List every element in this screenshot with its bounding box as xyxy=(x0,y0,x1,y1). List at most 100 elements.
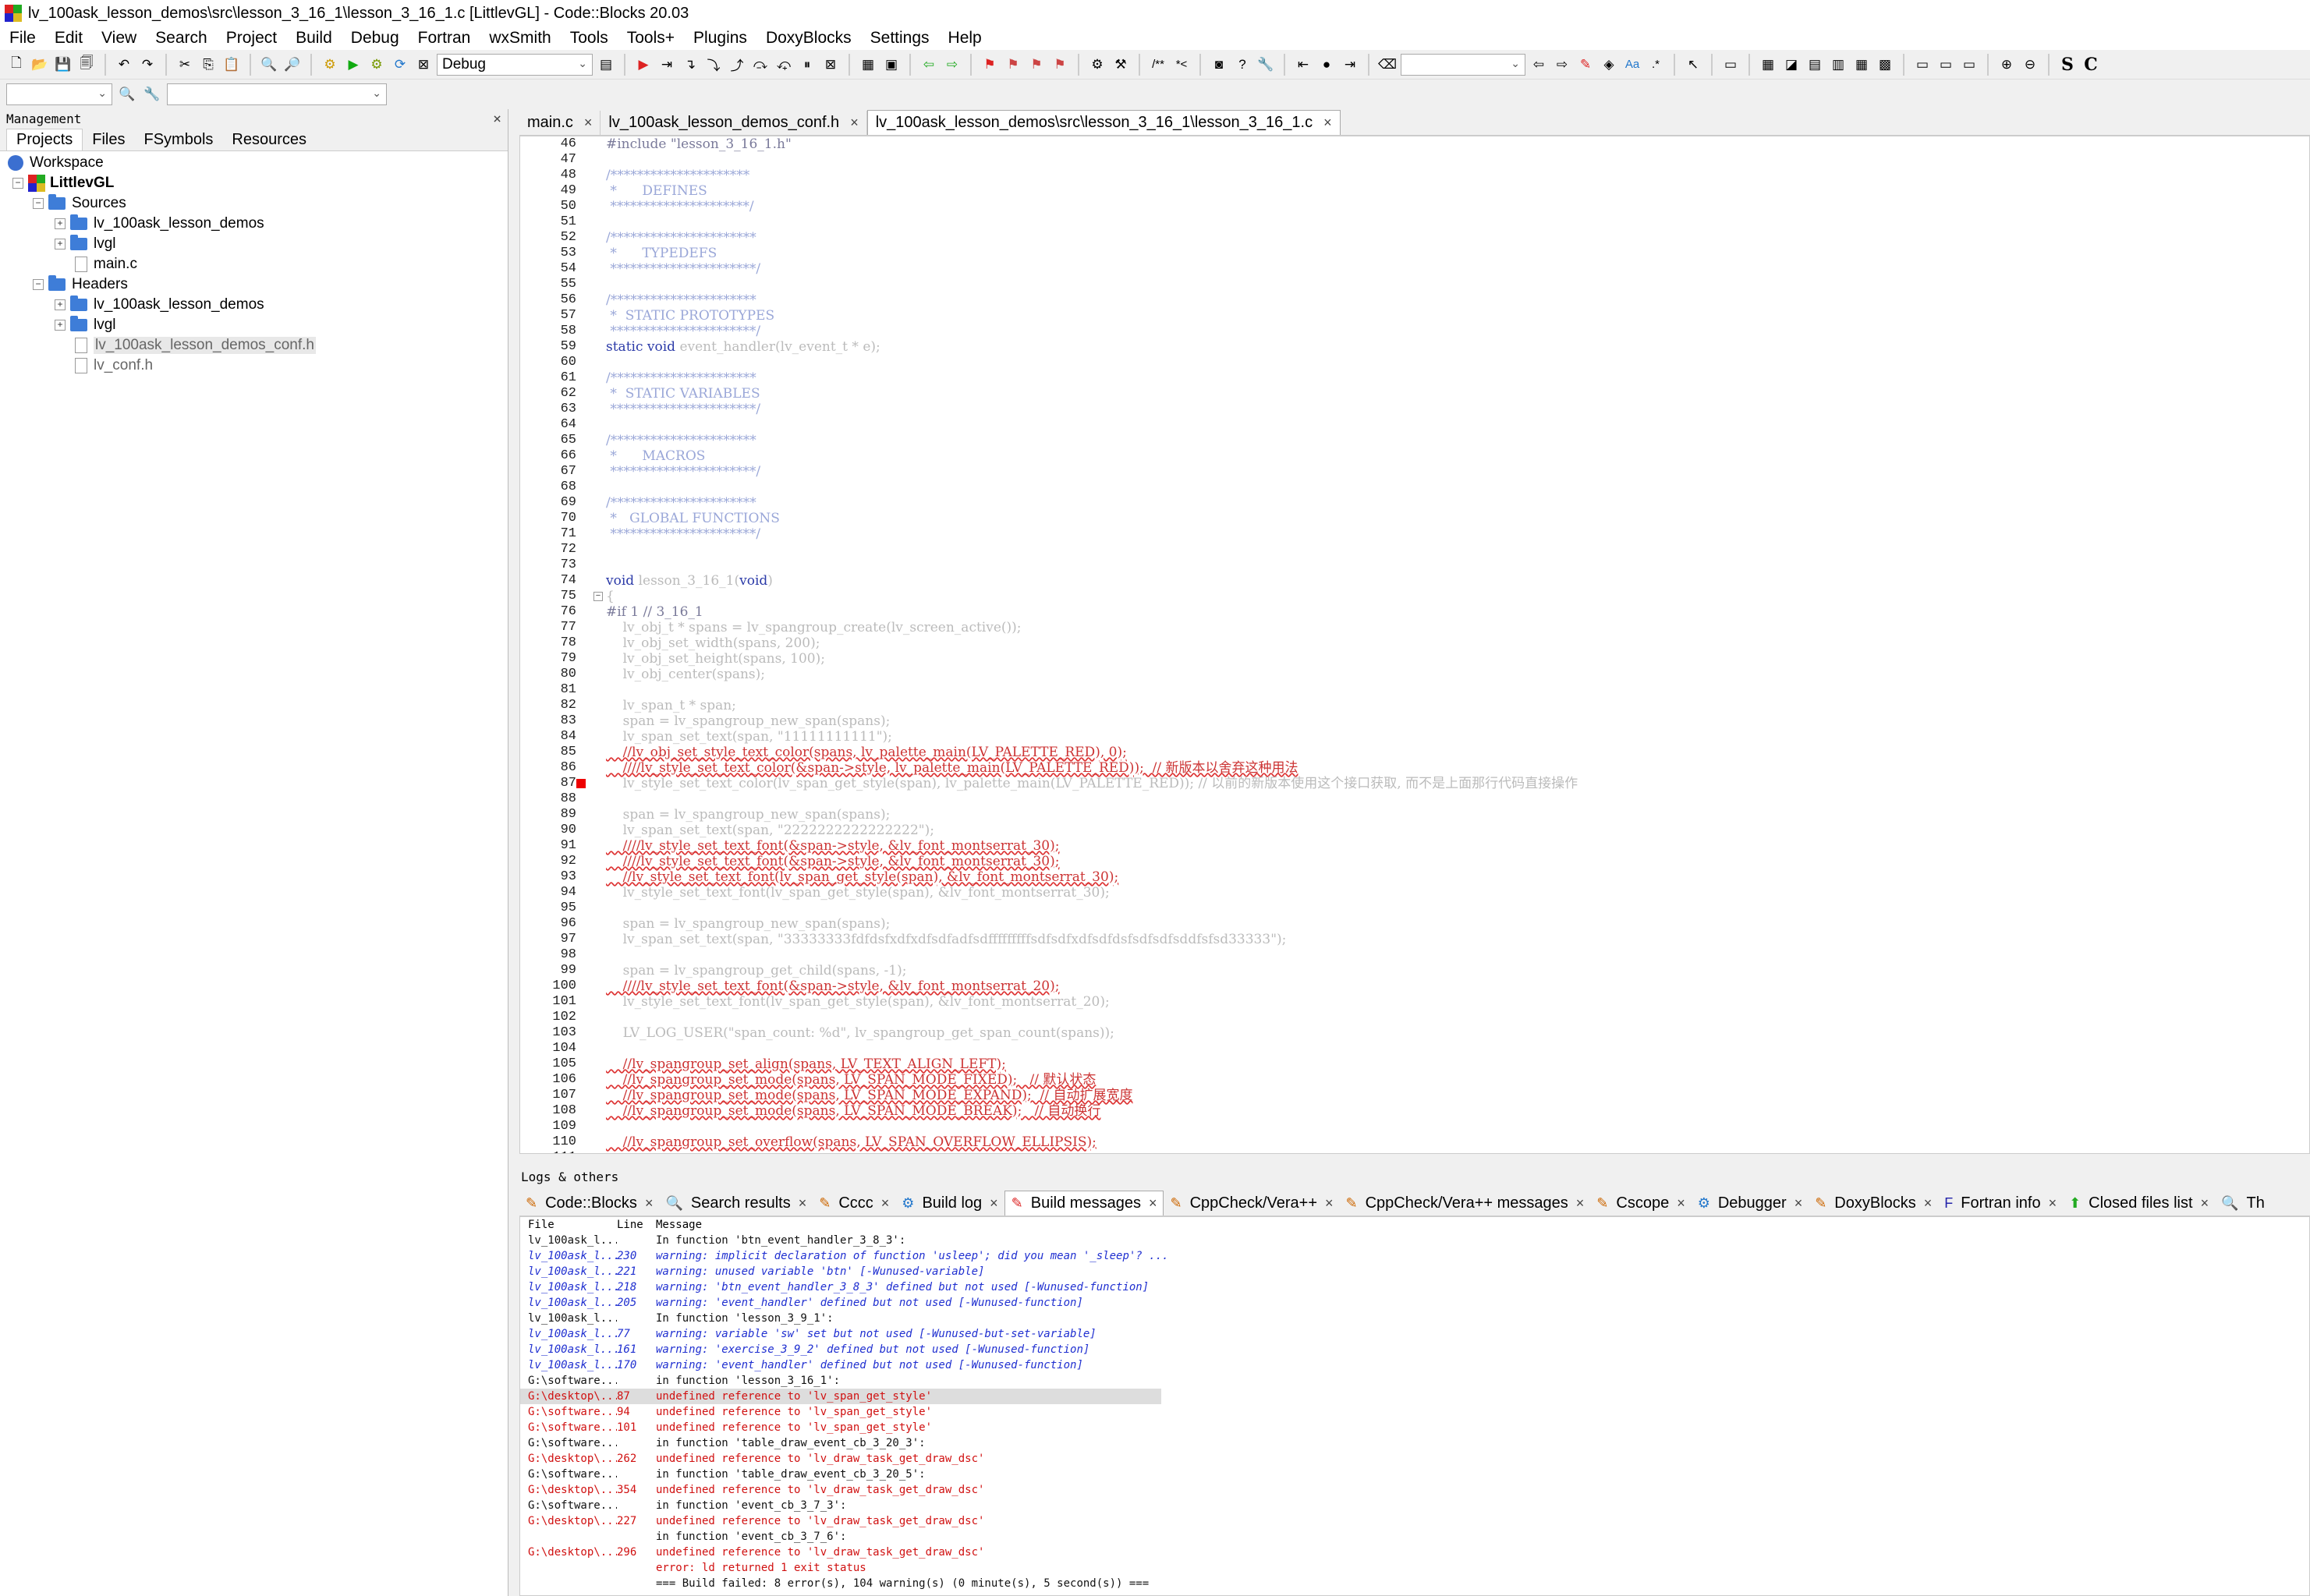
code-line[interactable]: lv_style_set_text_color(lv_span_get_styl… xyxy=(606,776,1578,791)
log-row[interactable]: in function 'event_cb_3_7_6': xyxy=(520,1529,2309,1545)
menu-build[interactable]: Build xyxy=(286,29,342,48)
cut-icon[interactable]: ✂ xyxy=(175,55,195,75)
close-icon[interactable]: × xyxy=(2201,1195,2209,1212)
log-tab-closed-files-list[interactable]: ⬆ Closed files list × xyxy=(2063,1191,2215,1216)
open-file-icon[interactable]: 📂 xyxy=(30,55,50,75)
wx-box-icon[interactable]: ▥ xyxy=(1828,55,1848,75)
menu-file[interactable]: File xyxy=(0,29,45,48)
symbol-select[interactable]: ⌄ xyxy=(167,83,387,105)
close-icon[interactable]: × xyxy=(584,115,593,131)
menu-fortran[interactable]: Fortran xyxy=(409,29,480,48)
close-icon[interactable]: × xyxy=(881,1195,890,1212)
tree-item-folder[interactable]: + lvgl xyxy=(0,315,508,335)
close-icon[interactable]: × xyxy=(645,1195,654,1212)
menu-search[interactable]: Search xyxy=(146,29,217,48)
run-to-cursor-icon[interactable]: ⇥ xyxy=(657,55,677,75)
log-row[interactable]: lv_100ask_l... 205 warning: 'event_handler… xyxy=(520,1295,2309,1311)
wx-dialog-icon[interactable]: ◪ xyxy=(1781,55,1802,75)
build-target-select[interactable]: Debug ⌄ xyxy=(437,53,593,76)
abort-icon[interactable]: ⊠ xyxy=(413,55,434,75)
code-line[interactable]: ////lv_style_set_text_color(&span->style… xyxy=(606,760,1578,776)
code-line[interactable] xyxy=(606,480,1578,495)
log-row[interactable]: G:\software... in function 'event_cb_3_7_… xyxy=(520,1498,2309,1513)
code-search-icon[interactable]: 🔍 xyxy=(117,84,137,104)
log-tab-doxyblocks[interactable]: ✎ DoxyBlocks × xyxy=(1809,1191,1938,1216)
tab-projects[interactable]: Projects xyxy=(6,129,83,150)
code-line[interactable]: static void event_handler(lv_event_t * e… xyxy=(606,339,1578,355)
pointer-icon[interactable]: ↖ xyxy=(1683,55,1703,75)
log-row[interactable]: lv_100ask_l... In function 'lesson_3_9_1'… xyxy=(520,1311,2309,1326)
code-line[interactable]: * GLOBAL FUNCTIONS xyxy=(606,511,1578,526)
column-file[interactable]: File xyxy=(520,1217,617,1233)
next-instruction-icon[interactable]: ⤼ xyxy=(750,55,771,75)
next-line-icon[interactable]: ↴ xyxy=(680,55,700,75)
log-tab-build-log[interactable]: ⚙ Build log × xyxy=(895,1191,1004,1216)
expand-icon[interactable]: + xyxy=(55,239,66,249)
code-line[interactable]: lv_span_set_text(span, "11111111111"); xyxy=(606,729,1578,745)
debug-windows-icon[interactable]: ▦ xyxy=(858,55,878,75)
log-tab-cccc[interactable]: ✎ Cccc × xyxy=(813,1191,895,1216)
code-line[interactable]: **********************/ xyxy=(606,261,1578,277)
bookmark-prev-icon[interactable]: ⚑ xyxy=(1003,55,1023,75)
close-icon[interactable]: × xyxy=(1677,1195,1685,1212)
code-line[interactable]: lv_span_set_text(span, "33333333fdfdsfxd… xyxy=(606,932,1578,947)
expand-icon[interactable]: + xyxy=(55,218,66,229)
wx-c-icon[interactable]: C xyxy=(2081,55,2101,75)
menu-tools[interactable]: Tools xyxy=(561,29,618,48)
doxy-extract-icon[interactable]: ⚙ xyxy=(1087,55,1107,75)
code-settings-icon[interactable]: 🔧 xyxy=(142,84,162,104)
wx-sizer-icon[interactable]: ▤ xyxy=(1805,55,1825,75)
menu-debug[interactable]: Debug xyxy=(342,29,409,48)
menu-plugins[interactable]: Plugins xyxy=(684,29,756,48)
code-line[interactable]: **********************/ xyxy=(606,402,1578,417)
various-info-icon[interactable]: ▣ xyxy=(881,55,902,75)
tree-item-project[interactable]: − LittlevGL xyxy=(0,173,508,193)
log-tab-cppcheck-vera-messages[interactable]: ✎ CppCheck/Vera++ messages × xyxy=(1340,1191,1591,1216)
jump-prev-icon[interactable]: ⇤ xyxy=(1293,55,1313,75)
collapse-icon[interactable]: − xyxy=(12,178,23,189)
fold-toggle-icon[interactable]: − xyxy=(593,592,603,601)
doxy-run-icon[interactable]: ⚒ xyxy=(1111,55,1131,75)
code-line[interactable]: * STATIC PROTOTYPES xyxy=(606,308,1578,324)
tab-fsymbols[interactable]: FSymbols xyxy=(134,129,222,150)
code-line[interactable]: span = lv_spangroup_new_span(spans); xyxy=(606,713,1578,729)
code-line[interactable]: **********************/ xyxy=(606,464,1578,480)
wx-choice-icon[interactable]: ▭ xyxy=(1959,55,1979,75)
code-line[interactable]: /********************** xyxy=(606,292,1578,308)
code-line[interactable]: /********************** xyxy=(606,495,1578,511)
column-line[interactable]: Line xyxy=(617,1217,656,1233)
zoom-out-icon[interactable]: ⊖ xyxy=(2020,55,2040,75)
code-line[interactable]: * TYPEDEFS xyxy=(606,246,1578,261)
bookmark-toggle-icon[interactable]: ⚑ xyxy=(980,55,1000,75)
redo-icon[interactable]: ↷ xyxy=(137,55,158,75)
code-line[interactable]: lv_obj_center(spans); xyxy=(606,667,1578,682)
log-tab-cppcheck-vera[interactable]: ✎ CppCheck/Vera++ × xyxy=(1164,1191,1339,1216)
log-tab-search-results[interactable]: 🔍 Search results × xyxy=(659,1191,813,1216)
jump-mark-icon[interactable]: ● xyxy=(1316,55,1337,75)
code-line[interactable]: ////lv_style_set_text_font(&span->style,… xyxy=(606,978,1578,994)
log-row[interactable]: lv_100ask_l... 77 warning: variable 'sw' s… xyxy=(520,1326,2309,1342)
error-marker-icon[interactable] xyxy=(576,779,586,788)
log-row[interactable]: G:\desktop\... 227 undefined reference to … xyxy=(520,1513,2309,1529)
target-options-icon[interactable]: ▤ xyxy=(596,55,616,75)
code-line[interactable]: **********************/ xyxy=(606,526,1578,542)
code-editor[interactable]: 46 47 48 49 50 51 52 53 54 55 56 57 58 59 60 61 62 63 64 65… xyxy=(519,136,2310,1154)
log-row[interactable]: G:\software... 101 undefined reference to … xyxy=(520,1420,2309,1435)
code-line[interactable]: lv_style_set_text_font(lv_span_get_style… xyxy=(606,885,1578,901)
code-line[interactable]: span = lv_spangroup_new_span(spans); xyxy=(606,807,1578,823)
wx-button-icon[interactable]: ▭ xyxy=(1912,55,1933,75)
close-icon[interactable]: × xyxy=(1149,1195,1157,1212)
tree-item-headers[interactable]: − Headers xyxy=(0,274,508,295)
code-line[interactable]: /********************** xyxy=(606,433,1578,448)
code-line[interactable]: lv_span_t * span; xyxy=(606,698,1578,713)
doxy-chm-icon[interactable]: ? xyxy=(1232,55,1252,75)
tree-item-workspace[interactable]: Workspace xyxy=(0,153,508,173)
code-line[interactable]: //lv_spangroup_set_mode(spans, LV_SPAN_M… xyxy=(606,1088,1578,1103)
code-line[interactable] xyxy=(606,901,1578,916)
code-line[interactable] xyxy=(606,542,1578,557)
run-icon[interactable]: ▶ xyxy=(343,55,363,75)
code-line[interactable]: span = lv_spangroup_get_child(spans, -1)… xyxy=(606,963,1578,978)
highlight-icon[interactable]: ✎ xyxy=(1575,55,1596,75)
log-row[interactable]: lv_100ask_l... 218 warning: 'btn_event_han… xyxy=(520,1279,2309,1295)
menu-settings[interactable]: Settings xyxy=(861,29,939,48)
